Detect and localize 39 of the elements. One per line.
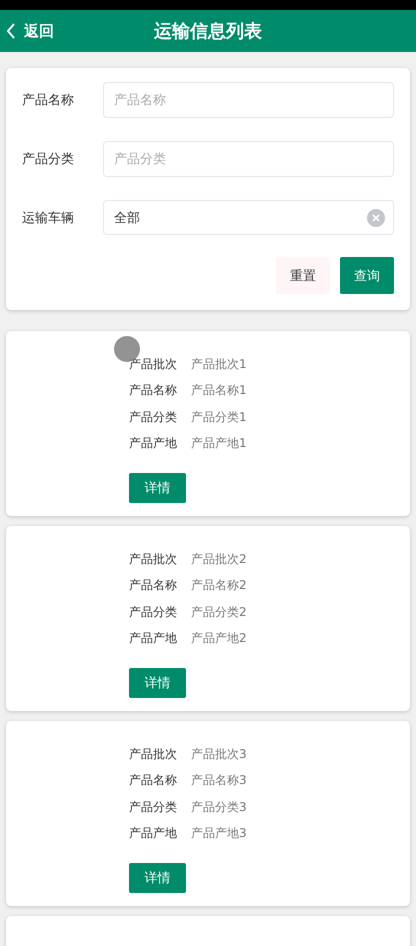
field-label: 产品分类 xyxy=(129,408,177,426)
field-label: 产品产地 xyxy=(129,825,177,842)
field-label: 产品名称 xyxy=(129,772,177,790)
input-field[interactable]: 全部 xyxy=(103,200,394,235)
clear-icon[interactable] xyxy=(367,208,385,226)
field-value: 产品分类3 xyxy=(191,798,247,816)
page-title: 运输信息列表 xyxy=(154,20,262,43)
details-button[interactable]: 详情 xyxy=(129,863,186,893)
field-value: 产品分类1 xyxy=(191,408,247,426)
field-label: 产品批次 xyxy=(129,356,177,373)
field-value: 产品批次1 xyxy=(191,356,247,373)
field-value: 产品名称3 xyxy=(191,772,247,790)
field-label: 产品名称 xyxy=(129,577,177,594)
field-value: 产品名称2 xyxy=(191,577,247,594)
input-field[interactable]: 产品名称 xyxy=(103,82,394,118)
field-label: 产品分类 xyxy=(129,798,177,816)
back-button[interactable]: 返回 xyxy=(0,22,54,40)
field-value: 产品批次3 xyxy=(191,746,247,763)
reset-button[interactable]: 重置 xyxy=(276,257,330,294)
field-label: 产品名称 xyxy=(129,382,177,400)
details-button[interactable]: 详情 xyxy=(129,473,186,503)
field-label: 产品分类 xyxy=(129,604,177,621)
field-label: 产品名称 xyxy=(22,92,75,109)
field-label: 产品批次 xyxy=(129,746,177,763)
input-field[interactable]: 产品分类 xyxy=(103,141,394,177)
field-value: 产品批次2 xyxy=(191,550,247,568)
field-label: 产品分类 xyxy=(22,151,75,168)
field-value: 产品产地3 xyxy=(191,825,247,842)
field-label: 产品产地 xyxy=(129,435,177,452)
field-label: 产品批次 xyxy=(129,550,177,568)
field-label: 产品产地 xyxy=(129,630,177,648)
back-icon xyxy=(6,23,16,39)
details-button[interactable]: 详情 xyxy=(129,668,186,698)
search-button[interactable]: 查询 xyxy=(340,257,394,294)
field-value: 产品产地1 xyxy=(191,435,247,452)
field-label: 运输车辆 xyxy=(22,210,75,226)
field-value: 产品名称1 xyxy=(191,382,247,400)
field-value: 产品分类2 xyxy=(191,604,247,621)
field-value: 产品产地2 xyxy=(191,630,247,648)
